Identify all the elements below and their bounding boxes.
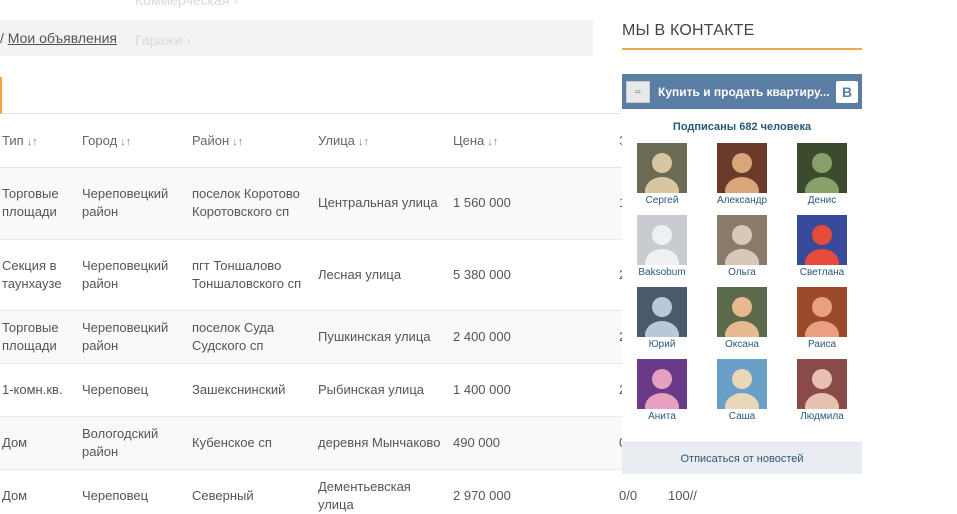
cell-misc	[751, 469, 768, 514]
cell-street: Рыбинская улица	[316, 363, 451, 417]
avatar[interactable]	[637, 359, 687, 409]
menu-ghost-commercial: Коммерческая ›	[135, 0, 238, 8]
vk-member-name[interactable]: Саша	[729, 411, 755, 425]
cell-district: Северный	[190, 469, 316, 514]
cell-price: 1 400 000	[451, 363, 617, 417]
avatar[interactable]	[717, 359, 767, 409]
cell-extra: 0/0	[617, 469, 666, 514]
breadcrumb-my-ads-link[interactable]: Мои объявления	[8, 30, 117, 46]
vk-widget: ▭ Купить и продать квартиру... В Подписа…	[622, 74, 862, 474]
avatar[interactable]	[637, 143, 687, 193]
cell-district: поселок Коротово Коротовского сп	[190, 167, 316, 240]
vk-logo-icon[interactable]: В	[836, 80, 858, 103]
vk-member[interactable]: Анита	[622, 359, 702, 425]
table-row[interactable]: Дом Череповец Северный Дементьевская улица 2…	[0, 469, 768, 514]
vk-members-grid: Сергей Александр Денис Baksobum Ольга Светлан…	[622, 143, 862, 425]
cell-ratio: 100//	[666, 469, 751, 514]
avatar[interactable]	[797, 215, 847, 265]
vk-member[interactable]: Baksobum	[622, 215, 702, 281]
group-logo[interactable]: ▭	[626, 80, 650, 103]
vk-member-name[interactable]: Ольга	[728, 267, 756, 281]
vk-member-name[interactable]: Людмила	[800, 411, 844, 425]
vk-member-name[interactable]: Baksobum	[638, 267, 685, 281]
header-district[interactable]: Район ↓↑	[190, 114, 316, 168]
vk-group-name[interactable]: Купить и продать квартиру...	[658, 85, 836, 99]
vk-member[interactable]: Оксана	[702, 287, 782, 353]
avatar[interactable]	[637, 215, 687, 265]
cell-street: Дементьевская улица	[316, 469, 451, 514]
filter-panel	[0, 77, 620, 114]
menu-ghost-garages: Гаражи ›	[135, 32, 191, 48]
vk-unsubscribe-button[interactable]: Отписаться от новостей	[622, 442, 862, 474]
cell-city: Череповец	[80, 469, 190, 514]
header-price[interactable]: Цена ↓↑	[451, 114, 617, 168]
avatar[interactable]	[797, 359, 847, 409]
cell-type: Торговые площади	[0, 167, 80, 240]
breadcrumb: / Мои объявления	[0, 30, 117, 46]
vk-member[interactable]: Светлана	[782, 215, 862, 281]
vk-member[interactable]: Сергей	[622, 143, 702, 209]
vk-member-name[interactable]: Анита	[648, 411, 676, 425]
vk-member-name[interactable]: Оксана	[725, 339, 759, 353]
cell-type: Торговые площади	[0, 310, 80, 364]
header-city[interactable]: Город ↓↑	[80, 114, 190, 168]
vk-member-name[interactable]: Светлана	[800, 267, 845, 281]
vk-member-name[interactable]: Сергей	[646, 195, 679, 209]
cell-city: Вологодский район	[80, 416, 190, 470]
cell-city: Череповец	[80, 363, 190, 417]
vk-title-underline	[622, 48, 862, 50]
header-type[interactable]: Тип ↓↑	[0, 114, 80, 168]
cell-price: 2 400 000	[451, 310, 617, 364]
cell-street: Лесная улица	[316, 239, 451, 311]
vk-member-name[interactable]: Раиса	[808, 339, 836, 353]
cell-street: Центральная улица	[316, 167, 451, 240]
vk-member-name[interactable]: Юрий	[649, 339, 676, 353]
cell-city: Череповецкий район	[80, 239, 190, 311]
cell-street: Пушкинская улица	[316, 310, 451, 364]
cell-type: 1-комн.кв.	[0, 363, 80, 417]
cell-type: Дом	[0, 469, 80, 514]
breadcrumb-separator: /	[0, 30, 4, 46]
cell-district: Кубенское сп	[190, 416, 316, 470]
avatar[interactable]	[717, 143, 767, 193]
cell-price: 2 970 000	[451, 469, 617, 514]
cell-price: 490 000	[451, 416, 617, 470]
cell-price: 5 380 000	[451, 239, 617, 311]
vk-header[interactable]: ▭ Купить и продать квартиру... В	[622, 74, 862, 109]
vk-member[interactable]: Людмила	[782, 359, 862, 425]
vk-member[interactable]: Ольга	[702, 215, 782, 281]
vk-member[interactable]: Саша	[702, 359, 782, 425]
cell-district: Зашекснинский	[190, 363, 316, 417]
vk-subscribers-count: Подписаны 682 человека	[672, 121, 812, 133]
vk-section-title: МЫ В КОНТАКТЕ	[622, 22, 755, 39]
header-street[interactable]: Улица ↓↑	[316, 114, 451, 168]
cell-district: пгт Тоншалово Тоншаловского сп	[190, 239, 316, 311]
vk-member[interactable]: Денис	[782, 143, 862, 209]
cell-district: поселок Суда Судского сп	[190, 310, 316, 364]
vk-member[interactable]: Юрий	[622, 287, 702, 353]
avatar[interactable]	[797, 143, 847, 193]
vk-member-name[interactable]: Денис	[808, 195, 836, 209]
cell-street: деревня Мынчаково	[316, 416, 451, 470]
vk-member[interactable]: Александр	[702, 143, 782, 209]
cell-price: 1 560 000	[451, 167, 617, 240]
cell-city: Череповецкий район	[80, 167, 190, 240]
vk-member[interactable]: Раиса	[782, 287, 862, 353]
avatar[interactable]	[797, 287, 847, 337]
cell-type: Дом	[0, 416, 80, 470]
cell-city: Череповецкий район	[80, 310, 190, 364]
avatar[interactable]	[717, 215, 767, 265]
vk-member-name[interactable]: Александр	[717, 195, 767, 209]
avatar[interactable]	[717, 287, 767, 337]
avatar[interactable]	[637, 287, 687, 337]
cell-type: Секция в таунхаузе	[0, 239, 80, 311]
